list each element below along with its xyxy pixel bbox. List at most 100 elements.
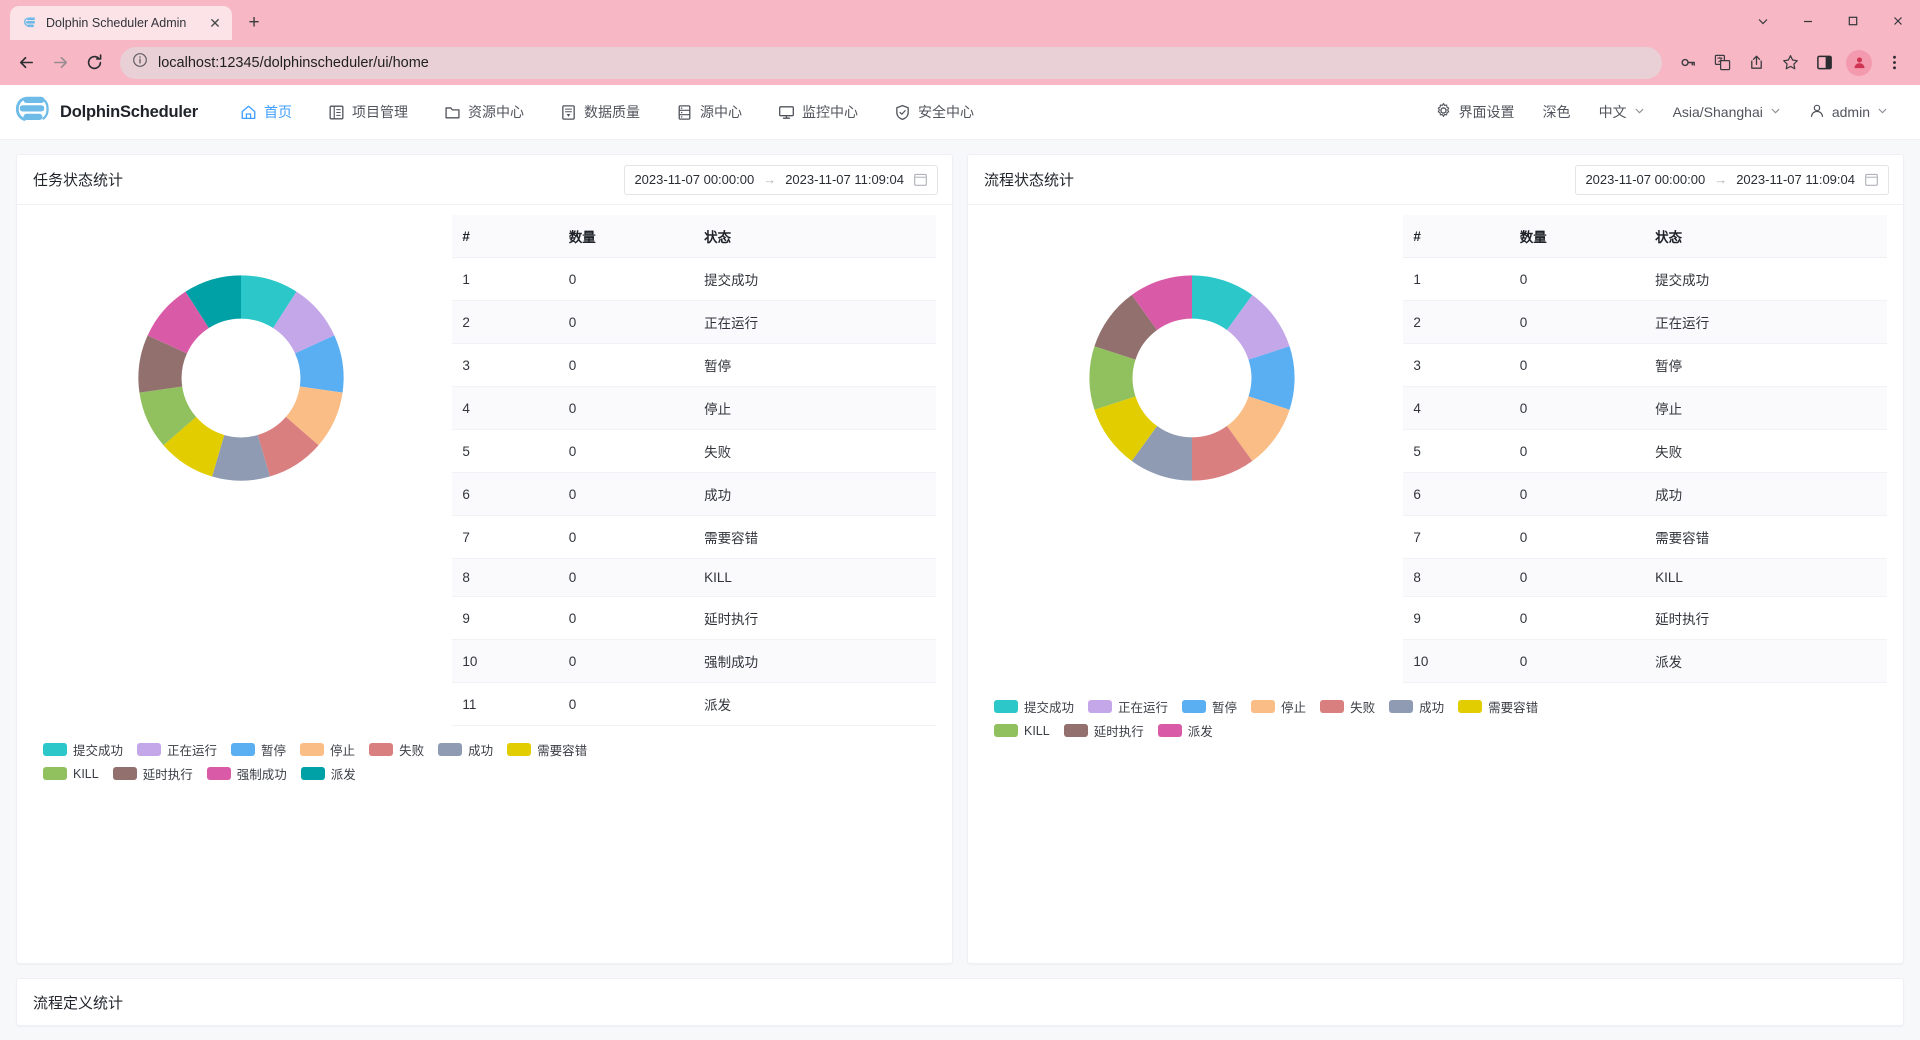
table-row[interactable]: 4 0 停止 [452,386,936,430]
close-icon[interactable]: ✕ [206,14,224,32]
forward-arrow-icon[interactable] [44,47,76,79]
row-status: 正在运行 [694,300,936,344]
calendar-icon[interactable] [1864,172,1879,187]
legend-item[interactable]: 需要容错 [1458,697,1538,716]
row-status: 延时执行 [1645,596,1887,640]
row-status: 强制成功 [694,639,936,683]
legend-item[interactable]: KILL [43,764,99,783]
legend-item[interactable]: 正在运行 [1088,697,1168,716]
chevron-down-icon[interactable] [1740,6,1785,36]
table-row[interactable]: 4 0 停止 [1403,386,1887,430]
bookmark-star-icon[interactable] [1774,47,1806,79]
legend-item[interactable]: 强制成功 [206,764,287,783]
row-status: 成功 [1645,472,1887,516]
back-arrow-icon[interactable] [10,47,42,79]
table-row[interactable]: 5 0 失败 [452,429,936,473]
nav-item-security[interactable]: 安全中心 [876,85,992,140]
sidepanel-icon[interactable] [1808,47,1840,79]
table-row[interactable]: 8 0 KILL [1403,558,1887,597]
process-status-date-range-picker[interactable]: 2023-11-07 00:00:00 → 2023-11-07 11:09:0… [1575,164,1889,195]
row-index: 2 [1403,300,1510,344]
nav-item-datasource[interactable]: 源中心 [658,85,760,140]
minimize-icon[interactable] [1785,6,1830,36]
theme-toggle[interactable]: 深色 [1529,102,1585,122]
table-row[interactable]: 7 0 需要容错 [1403,515,1887,559]
brand-logo[interactable]: DolphinScheduler [10,92,198,133]
legend-item[interactable]: 失败 [1320,697,1375,716]
table-row[interactable]: 11 0 派发 [452,682,936,726]
legend-item[interactable]: 停止 [300,740,355,759]
row-count: 0 [558,596,695,640]
task-status-table: # 数量 状态 1 0 提交成功 2 0 正在运行 3 0 暂停 4 0 停止 5 0 失败 6 0 成功 7 0 需要… [452,215,936,726]
table-row[interactable]: 2 0 正在运行 [452,300,936,344]
date-range-end[interactable]: 2023-11-07 11:09:04 [785,172,904,187]
nav-item-resource[interactable]: 资源中心 [426,85,542,140]
date-range-start[interactable]: 2023-11-07 00:00:00 [634,172,754,187]
key-icon[interactable] [1672,47,1704,79]
share-icon[interactable] [1740,47,1772,79]
table-row[interactable]: 5 0 失败 [1403,429,1887,473]
table-row[interactable]: 9 0 延时执行 [1403,596,1887,640]
profile-avatar-icon[interactable] [1846,49,1872,76]
legend-item[interactable]: 成功 [438,740,493,759]
row-status: 提交成功 [1645,257,1887,301]
timezone-select[interactable]: Asia/Shanghai [1659,104,1795,120]
table-row[interactable]: 10 0 强制成功 [452,639,936,683]
table-row[interactable]: 7 0 需要容错 [452,515,936,559]
legend-item[interactable]: 成功 [1389,697,1444,716]
date-range-arrow-icon: → [1714,172,1728,187]
legend-item[interactable]: 延时执行 [1063,721,1144,740]
nav-item-monitor[interactable]: 监控中心 [760,85,876,140]
calendar-icon[interactable] [913,172,928,187]
legend-item[interactable]: 提交成功 [994,697,1074,716]
table-row[interactable]: 6 0 成功 [1403,472,1887,516]
row-count: 0 [1509,257,1646,301]
translate-icon[interactable] [1706,47,1738,79]
legend-item[interactable]: 正在运行 [137,740,217,759]
date-range-end[interactable]: 2023-11-07 11:09:04 [1736,172,1855,187]
legend-item[interactable]: 派发 [1157,721,1213,740]
legend-item[interactable]: 暂停 [1182,697,1237,716]
address-bar[interactable]: localhost:12345/dolphinscheduler/ui/home [120,46,1662,79]
legend-item[interactable]: 需要容错 [507,740,587,759]
nav-item-data-quality[interactable]: 数据质量 [542,85,658,140]
brand-name: DolphinScheduler [60,102,198,121]
user-menu[interactable]: admin [1795,103,1902,122]
table-row[interactable]: 9 0 延时执行 [452,596,936,640]
legend-item[interactable]: 暂停 [231,740,286,759]
table-row[interactable]: 3 0 暂停 [1403,343,1887,387]
maximize-icon[interactable] [1830,6,1875,36]
language-select[interactable]: 中文 [1585,102,1659,122]
task-status-date-range-picker[interactable]: 2023-11-07 00:00:00 → 2023-11-07 11:09:0… [624,164,938,195]
site-info-icon[interactable] [132,52,148,73]
table-row[interactable]: 1 0 提交成功 [452,257,936,301]
table-row[interactable]: 3 0 暂停 [452,343,936,387]
nav-item-project[interactable]: 项目管理 [310,85,426,140]
legend-item[interactable]: 派发 [300,764,356,783]
user-label: admin [1831,104,1870,120]
table-row[interactable]: 2 0 正在运行 [1403,300,1887,344]
ui-settings-button[interactable]: 界面设置 [1421,102,1529,122]
legend-item[interactable]: KILL [994,721,1050,740]
table-row[interactable]: 8 0 KILL [452,558,936,597]
new-tab-button[interactable]: + [240,9,268,37]
legend-item[interactable]: 延时执行 [112,764,193,783]
legend-swatch [994,700,1018,713]
legend-item[interactable]: 提交成功 [43,740,123,759]
row-status: 失败 [694,429,936,473]
close-window-icon[interactable] [1875,6,1920,36]
legend-label: 需要容错 [1488,701,1539,715]
more-menu-icon[interactable] [1878,47,1910,79]
legend-item[interactable]: 停止 [1251,697,1306,716]
reload-icon[interactable] [78,47,110,79]
browser-tab[interactable]: Dolphin Scheduler Admin ✕ [10,6,232,40]
legend-item[interactable]: 失败 [369,740,424,759]
date-range-start[interactable]: 2023-11-07 00:00:00 [1585,172,1705,187]
nav-item-home[interactable]: 首页 [222,85,310,140]
table-row[interactable]: 10 0 派发 [1403,639,1887,683]
table-row[interactable]: 1 0 提交成功 [1403,257,1887,301]
legend-label: 失败 [399,744,425,758]
task-status-table-body: 1 0 提交成功 2 0 正在运行 3 0 暂停 4 0 停止 5 0 失败 6 0 成功 7 0 需要容错 8 0 KILL… [452,257,936,726]
row-status: 提交成功 [694,257,936,301]
table-row[interactable]: 6 0 成功 [452,472,936,516]
